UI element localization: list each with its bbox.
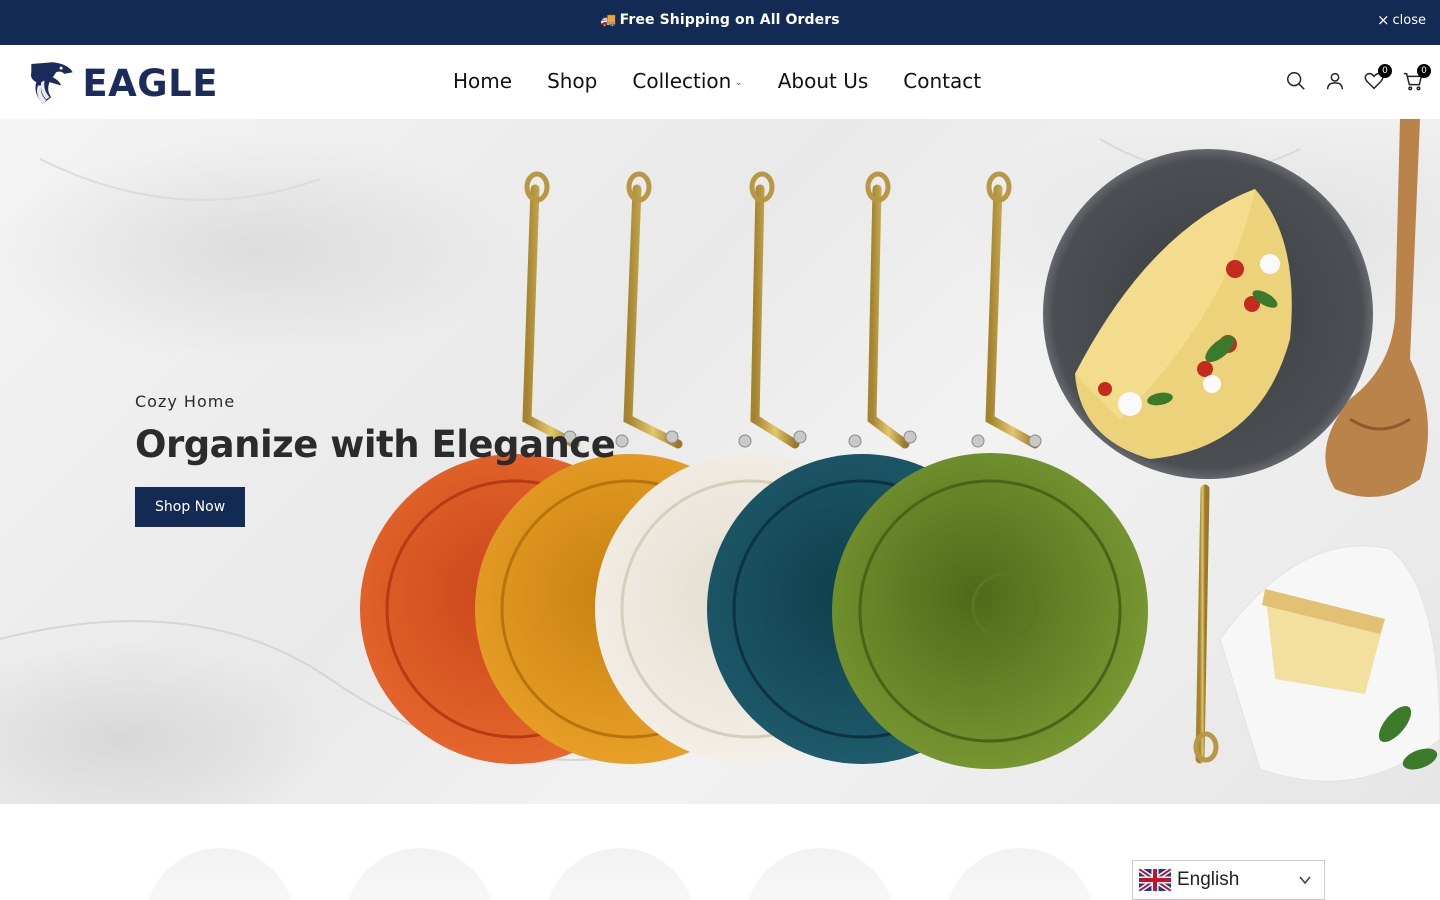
shop-now-button[interactable]: Shop Now [135, 487, 246, 527]
wishlist-count-badge: 0 [1378, 64, 1392, 78]
nav-item-home[interactable]: Home [453, 69, 512, 93]
announcement-text: Free Shipping on All Orders [619, 12, 840, 28]
search-button[interactable] [1285, 70, 1307, 94]
main-navigation: Home Shop Collection ⌄ About Us Contact [453, 69, 1016, 93]
nav-shop-label: Shop [547, 69, 598, 93]
cart-count-badge: 0 [1417, 64, 1431, 78]
uk-flag-icon [1139, 869, 1171, 891]
site-logo[interactable]: EAGLE [28, 55, 218, 111]
nav-collection-label: Collection [632, 69, 732, 93]
hero-subtitle: Cozy Home [135, 392, 236, 411]
language-label: English [1177, 869, 1240, 890]
search-icon [1287, 72, 1305, 90]
hero-content: Cozy Home Organize with Elegance Shop No… [135, 392, 616, 527]
nav-about-label: About Us [777, 69, 869, 93]
chevron-down-icon [1299, 876, 1311, 885]
chevron-down-icon: ⌄ [734, 76, 743, 88]
eagle-logo-icon [30, 62, 73, 104]
site-header: EAGLE Home Shop Collection ⌄ About Us Con… [0, 45, 1440, 119]
collection-thumbnail[interactable] [345, 848, 495, 900]
nav-contact-label: Contact [903, 69, 982, 93]
hero-title: Organize with Elegance [135, 423, 616, 466]
announcement-bar: 🚚 Free Shipping on All Orders × close [0, 0, 1440, 45]
collection-thumbnail[interactable] [745, 848, 895, 900]
close-label: close [1392, 13, 1426, 28]
nav-item-shop[interactable]: Shop [547, 69, 597, 93]
delivery-truck-icon: 🚚 [600, 13, 617, 28]
announcement-close-button[interactable]: × close [1376, 11, 1426, 29]
brand-wordmark: EAGLE [82, 61, 218, 105]
nav-item-about-us[interactable]: About Us [778, 69, 869, 93]
announcement-message: 🚚 Free Shipping on All Orders [0, 12, 1440, 28]
nav-item-collection[interactable]: Collection ⌄ [632, 69, 742, 93]
collection-thumbnail[interactable] [145, 848, 295, 900]
cart-button[interactable]: 0 [1402, 64, 1431, 94]
collection-thumbnail[interactable] [545, 848, 695, 900]
account-icon [1326, 72, 1344, 90]
wishlist-button[interactable]: 0 [1363, 64, 1392, 94]
nav-home-label: Home [453, 69, 513, 93]
nav-item-contact[interactable]: Contact [903, 69, 981, 93]
account-button[interactable] [1324, 70, 1346, 94]
language-selector[interactable]: English [1132, 860, 1325, 900]
close-icon: × [1376, 11, 1390, 29]
hero-banner: Cozy Home Organize with Elegance Shop No… [0, 119, 1440, 804]
header-icons: 0 0 [1285, 64, 1431, 94]
collection-thumbnail[interactable] [945, 848, 1095, 900]
